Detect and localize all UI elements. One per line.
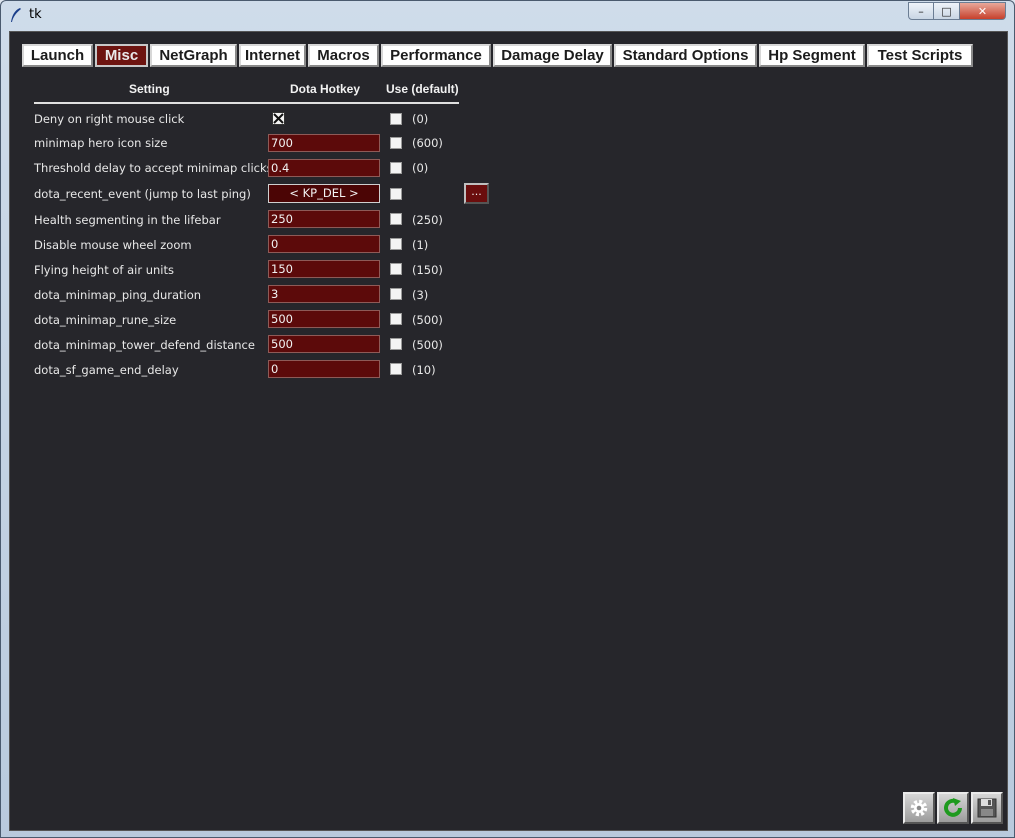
feather-icon (11, 8, 21, 22)
close-button[interactable]: ✕ (960, 2, 1006, 20)
tab-performance[interactable]: Performance (381, 44, 491, 67)
default-value: (0) (412, 161, 429, 175)
column-header-use-default: Use (default) (386, 82, 459, 96)
tab-hp-segment[interactable]: Hp Segment (759, 44, 865, 67)
setting-label: dota_sf_game_end_delay (34, 363, 179, 377)
title-bar: tk – □ ✕ (1, 1, 1014, 29)
column-header-setting: Setting (129, 82, 170, 96)
setting-label: Flying height of air units (34, 263, 175, 277)
refresh-icon (944, 798, 962, 817)
app-window: tk – □ ✕ Launch Misc NetGraph Internet M… (0, 0, 1015, 838)
value-input[interactable]: 0 (268, 235, 380, 253)
use-default-checkbox[interactable] (390, 313, 402, 325)
use-default-checkbox[interactable] (390, 238, 402, 250)
setting-label: dota_minimap_rune_size (34, 313, 177, 327)
use-default-checkbox[interactable] (390, 338, 402, 350)
value-input[interactable]: 700 (268, 134, 380, 152)
setting-label: minimap hero icon size (34, 136, 168, 150)
default-value: (1) (412, 238, 429, 252)
value-input[interactable]: 0 (268, 360, 380, 378)
use-default-checkbox[interactable] (390, 363, 402, 375)
value-input[interactable]: 500 (268, 335, 380, 353)
value-input[interactable]: 0.4 (268, 159, 380, 177)
gear-icon (910, 799, 928, 817)
checkmark-icon (273, 113, 284, 124)
value-input[interactable]: 250 (268, 210, 380, 228)
tab-bar: Launch Misc NetGraph Internet Macros Per… (22, 44, 975, 67)
setting-label: Health segmenting in the lifebar (34, 213, 221, 227)
settings-button[interactable] (903, 792, 935, 824)
header-divider (34, 102, 459, 104)
use-default-checkbox[interactable] (390, 162, 402, 174)
refresh-button[interactable] (937, 792, 969, 824)
use-default-checkbox[interactable] (390, 113, 402, 125)
use-default-checkbox[interactable] (390, 137, 402, 149)
tab-netgraph[interactable]: NetGraph (150, 44, 237, 67)
default-value: (3) (412, 288, 429, 302)
tab-macros[interactable]: Macros (308, 44, 379, 67)
setting-label: Threshold delay to accept minimap clicks (34, 161, 273, 175)
tab-misc[interactable]: Misc (95, 44, 148, 67)
window-title: tk (29, 7, 42, 22)
default-value: (250) (412, 213, 443, 227)
default-value: (600) (412, 136, 443, 150)
tab-launch[interactable]: Launch (22, 44, 93, 67)
maximize-button[interactable]: □ (934, 2, 960, 20)
minimize-button[interactable]: – (908, 2, 934, 20)
use-default-checkbox[interactable] (390, 288, 402, 300)
default-value: (0) (412, 112, 429, 126)
column-header-hotkey: Dota Hotkey (290, 82, 361, 96)
tab-standard-options[interactable]: Standard Options (614, 44, 757, 67)
main-panel: Launch Misc NetGraph Internet Macros Per… (9, 31, 1008, 831)
setting-label: dota_recent_event (jump to last ping) (34, 187, 251, 201)
default-value: (10) (412, 363, 436, 377)
default-value: (150) (412, 263, 443, 277)
deny-checkbox[interactable] (272, 112, 285, 125)
tab-damage-delay[interactable]: Damage Delay (493, 44, 612, 67)
value-input[interactable]: 150 (268, 260, 380, 278)
setting-label: Disable mouse wheel zoom (34, 238, 192, 252)
save-button[interactable] (971, 792, 1003, 824)
save-icon (977, 798, 997, 818)
browse-button[interactable]: ... (464, 183, 489, 204)
use-default-checkbox[interactable] (390, 213, 402, 225)
default-value: (500) (412, 338, 443, 352)
setting-label: dota_minimap_ping_duration (34, 288, 202, 302)
value-input[interactable]: 500 (268, 310, 380, 328)
tab-internet[interactable]: Internet (239, 44, 306, 67)
hotkey-button[interactable]: < KP_DEL > (268, 184, 380, 203)
use-default-checkbox[interactable] (390, 263, 402, 275)
value-input[interactable]: 3 (268, 285, 380, 303)
setting-label: dota_minimap_tower_defend_distance (34, 338, 255, 352)
setting-label: Deny on right mouse click (34, 112, 185, 126)
tab-test-scripts[interactable]: Test Scripts (867, 44, 973, 67)
use-default-checkbox[interactable] (390, 188, 402, 200)
default-value: (500) (412, 313, 443, 327)
